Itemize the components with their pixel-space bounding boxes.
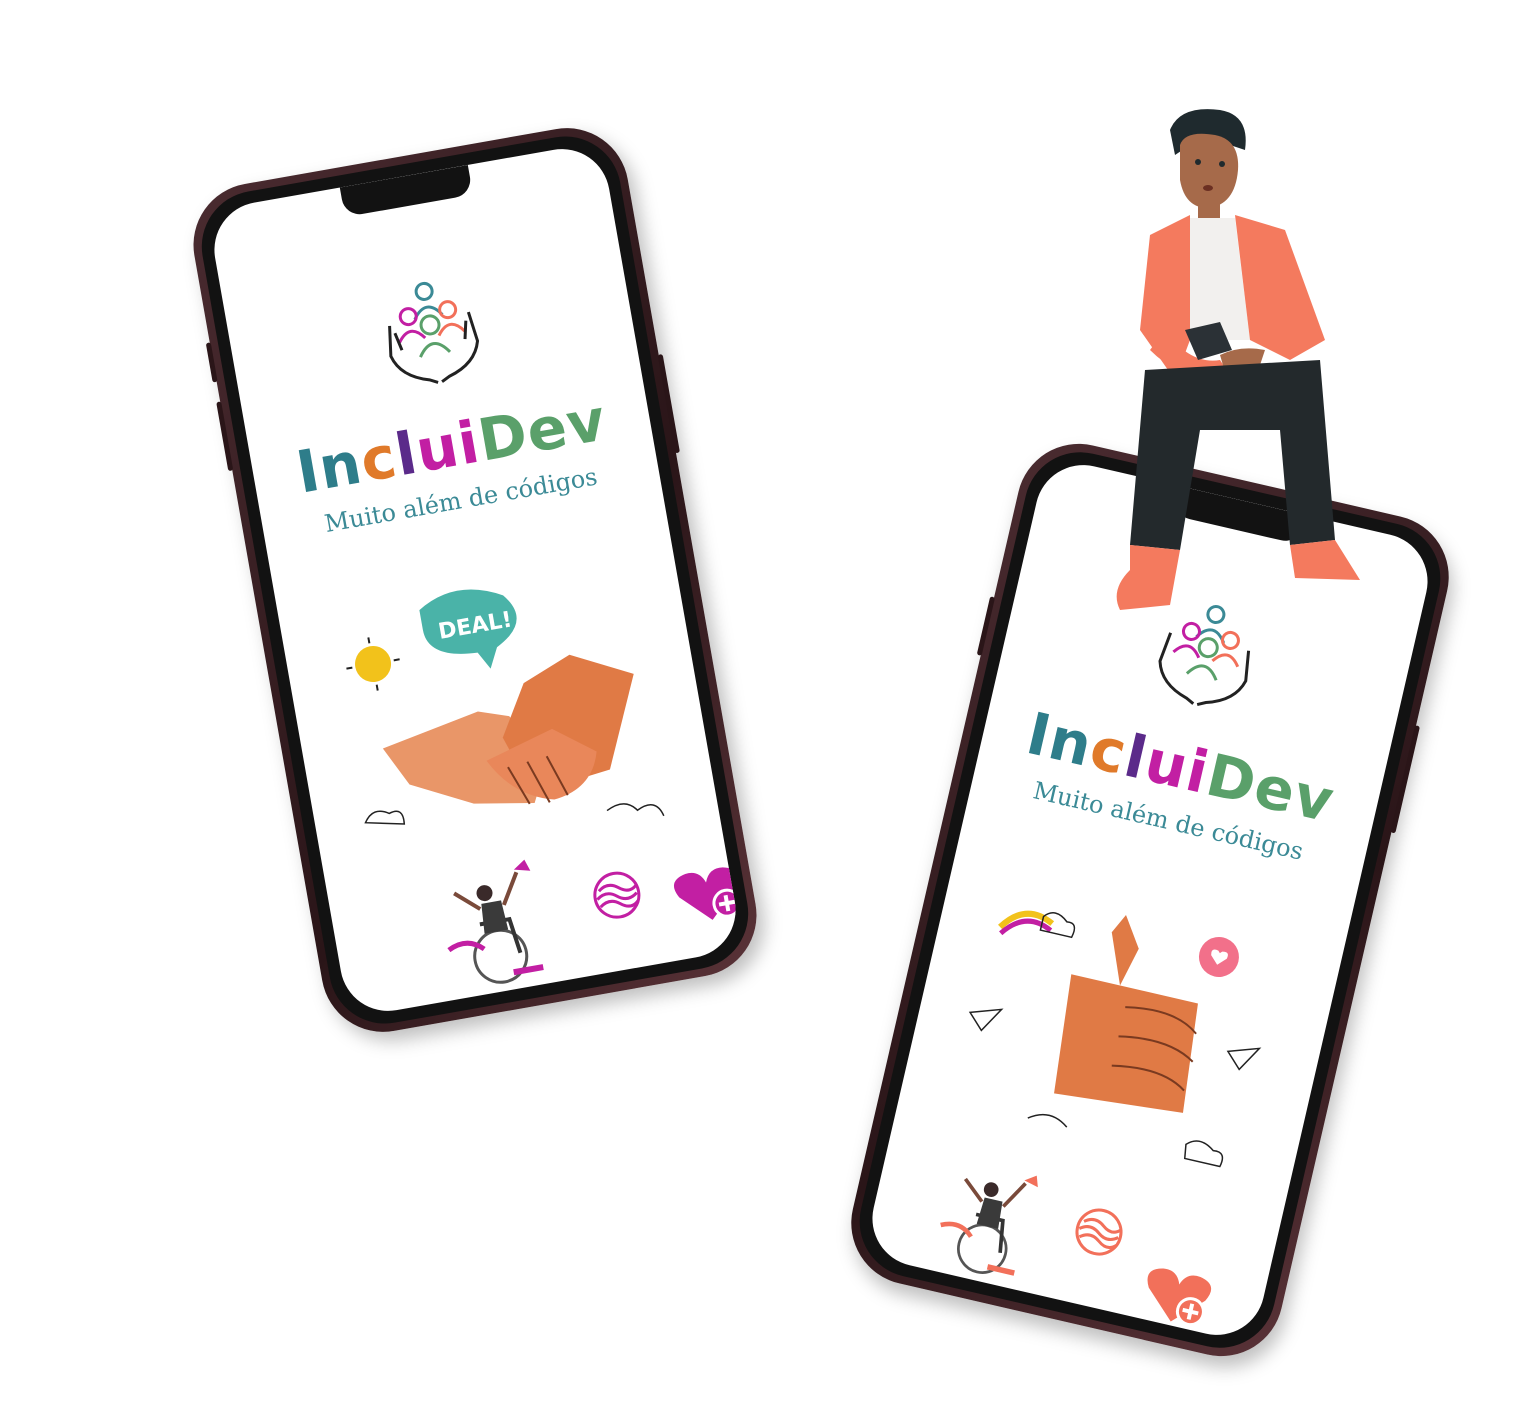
- phone-bezel: IncluiDev Muito além de códigos DEAL!: [192, 127, 758, 1033]
- phone-screen: IncluiDev Muito além de códigos DEAL!: [206, 141, 744, 1019]
- heart-plus-icon: [1147, 1268, 1212, 1327]
- handshake-illustration: DEAL!: [346, 589, 665, 825]
- phone-notch: [339, 164, 474, 218]
- wave-circle-icon: [593, 871, 641, 919]
- heart-plus-icon: [673, 867, 742, 920]
- wheelchair-user-illustration: [940, 1175, 1038, 1276]
- sitting-person-illustration: [1116, 109, 1360, 610]
- phone-mockup-left: IncluiDev Muito além de códigos DEAL!: [183, 118, 767, 1042]
- volume-button: [205, 342, 218, 383]
- wheelchair-user-illustration: [447, 859, 544, 984]
- wave-circle-icon: [1075, 1208, 1123, 1256]
- community-hands-logo-icon: [388, 281, 480, 384]
